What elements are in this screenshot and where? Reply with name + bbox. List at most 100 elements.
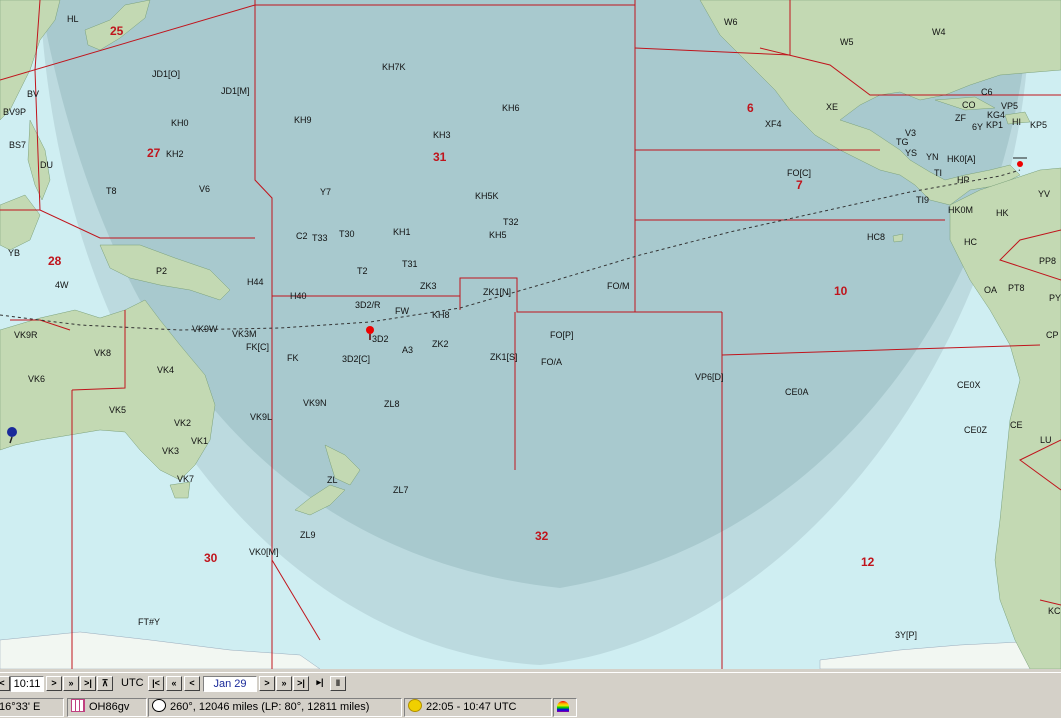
- dxcc-prefix-label[interactable]: T2: [357, 266, 368, 276]
- dxcc-prefix-label[interactable]: CP: [1046, 330, 1059, 340]
- dxcc-prefix-label[interactable]: HC8: [867, 232, 885, 242]
- step-back-button[interactable]: <: [0, 676, 10, 691]
- dxcc-prefix-label[interactable]: FO[C]: [787, 168, 811, 178]
- dxcc-prefix-label[interactable]: VK9N: [303, 398, 327, 408]
- dxcc-prefix-label[interactable]: JD1[O]: [152, 69, 180, 79]
- dxcc-prefix-label[interactable]: HC: [964, 237, 977, 247]
- date-field[interactable]: Jan 29: [203, 676, 257, 692]
- dxcc-prefix-label[interactable]: PP8: [1039, 256, 1056, 266]
- dxcc-prefix-label[interactable]: CE: [1010, 420, 1023, 430]
- dxcc-prefix-label[interactable]: CE0X: [957, 380, 981, 390]
- dxcc-prefix-label[interactable]: KC: [1048, 606, 1061, 616]
- dxcc-prefix-label[interactable]: JD1[M]: [221, 86, 250, 96]
- dxcc-prefix-label[interactable]: XF4: [765, 119, 782, 129]
- dxcc-prefix-label[interactable]: HK0M: [948, 205, 973, 215]
- time-field[interactable]: 10:11: [10, 676, 44, 692]
- dxcc-prefix-label[interactable]: W4: [932, 27, 946, 37]
- dxcc-prefix-label[interactable]: PY: [1049, 293, 1061, 303]
- dxcc-prefix-label[interactable]: VK1: [191, 436, 208, 446]
- dxcc-prefix-label[interactable]: KH7K: [382, 62, 406, 72]
- dxcc-prefix-label[interactable]: T32: [503, 217, 519, 227]
- dxcc-prefix-label[interactable]: C2: [296, 231, 308, 241]
- dxcc-prefix-label[interactable]: 3D2: [372, 334, 389, 344]
- time-end-button[interactable]: >|: [80, 676, 96, 691]
- dxcc-prefix-label[interactable]: VK8: [94, 348, 111, 358]
- dxcc-prefix-label[interactable]: CE0A: [785, 387, 809, 397]
- dxcc-prefix-label[interactable]: KH5K: [475, 191, 499, 201]
- dxcc-prefix-label[interactable]: C6: [981, 87, 993, 97]
- dxcc-prefix-label[interactable]: ZL: [327, 475, 338, 485]
- play-button[interactable]: ▸|: [313, 676, 327, 689]
- dxcc-prefix-label[interactable]: CO: [962, 100, 976, 110]
- dxcc-prefix-label[interactable]: T31: [402, 259, 418, 269]
- dxcc-prefix-label[interactable]: CE0Z: [964, 425, 987, 435]
- time-next-button[interactable]: >: [46, 676, 62, 691]
- date-back-start-button[interactable]: |<: [148, 676, 164, 691]
- dxcc-prefix-label[interactable]: ZK2: [432, 339, 449, 349]
- dxcc-prefix-label[interactable]: KH9: [294, 115, 312, 125]
- dxcc-prefix-label[interactable]: TG: [896, 137, 909, 147]
- dxcc-prefix-label[interactable]: HI: [1012, 117, 1021, 127]
- dxcc-prefix-label[interactable]: OA: [984, 285, 997, 295]
- dxcc-prefix-label[interactable]: 3Y[P]: [895, 630, 917, 640]
- dxcc-prefix-label[interactable]: FO/M: [607, 281, 630, 291]
- dxcc-prefix-label[interactable]: TI9: [916, 195, 929, 205]
- dxcc-prefix-label[interactable]: YS: [905, 148, 917, 158]
- dxcc-prefix-label[interactable]: ZL8: [384, 399, 400, 409]
- dxcc-prefix-label[interactable]: W5: [840, 37, 854, 47]
- dxcc-prefix-label[interactable]: H44: [247, 277, 264, 287]
- dxcc-prefix-label[interactable]: KH6: [502, 103, 520, 113]
- dxcc-prefix-label[interactable]: KH2: [166, 149, 184, 159]
- dxcc-prefix-label[interactable]: ZL9: [300, 530, 316, 540]
- dxcc-prefix-label[interactable]: VK5: [109, 405, 126, 415]
- dxcc-prefix-label[interactable]: W6: [724, 17, 738, 27]
- dxcc-prefix-label[interactable]: TI: [934, 168, 942, 178]
- dxcc-prefix-label[interactable]: ZL7: [393, 485, 409, 495]
- dxcc-prefix-label[interactable]: ZF: [955, 113, 966, 123]
- dxcc-prefix-label[interactable]: T30: [339, 229, 355, 239]
- dxcc-prefix-label[interactable]: FK: [287, 353, 299, 363]
- dxcc-prefix-label[interactable]: VK6: [28, 374, 45, 384]
- dxcc-prefix-label[interactable]: 3D2/R: [355, 300, 381, 310]
- dxcc-prefix-label[interactable]: VK9L: [250, 412, 272, 422]
- dxcc-prefix-label[interactable]: VK3: [162, 446, 179, 456]
- dxcc-prefix-label[interactable]: KH5: [489, 230, 507, 240]
- dxcc-prefix-label[interactable]: KG4: [987, 110, 1005, 120]
- date-rewind-button[interactable]: «: [166, 676, 182, 691]
- dxcc-prefix-label[interactable]: HK: [996, 208, 1009, 218]
- dxcc-prefix-label[interactable]: FO[P]: [550, 330, 574, 340]
- dxcc-prefix-label[interactable]: T33: [312, 233, 328, 243]
- dxcc-prefix-label[interactable]: ZK3: [420, 281, 437, 291]
- dxcc-prefix-label[interactable]: HK0[A]: [947, 154, 976, 164]
- dxcc-prefix-label[interactable]: LU: [1040, 435, 1052, 445]
- dxcc-prefix-label[interactable]: HP: [957, 175, 970, 185]
- dxcc-prefix-label[interactable]: Y7: [320, 187, 331, 197]
- date-next-button[interactable]: >: [259, 676, 275, 691]
- dxcc-prefix-label[interactable]: VP6[D]: [695, 372, 724, 382]
- dxcc-prefix-label[interactable]: VK2: [174, 418, 191, 428]
- dxcc-prefix-label[interactable]: KP5: [1030, 120, 1047, 130]
- dxcc-prefix-label[interactable]: H40: [290, 291, 307, 301]
- dxcc-prefix-label[interactable]: T8: [106, 186, 117, 196]
- dxcc-prefix-label[interactable]: V6: [199, 184, 210, 194]
- time-fast-forward-button[interactable]: »: [63, 676, 79, 691]
- dxcc-prefix-label[interactable]: BS7: [9, 140, 26, 150]
- dxcc-prefix-label[interactable]: YB: [8, 248, 20, 258]
- dxcc-prefix-label[interactable]: YV: [1038, 189, 1050, 199]
- pause-button[interactable]: ‖: [330, 676, 346, 691]
- dxcc-prefix-label[interactable]: P2: [156, 266, 167, 276]
- dxcc-prefix-label[interactable]: KH1: [393, 227, 411, 237]
- dxcc-prefix-label[interactable]: YN: [926, 152, 939, 162]
- dxcc-prefix-label[interactable]: VK0[M]: [249, 547, 279, 557]
- world-map[interactable]: 25 27 31 6 7 28 10 32 30 12 HL BV BV9P BS7 DU YB 4W VK9R V…: [0, 0, 1061, 669]
- dxcc-prefix-label[interactable]: HL: [67, 14, 79, 24]
- date-end-button[interactable]: >|: [293, 676, 309, 691]
- dxcc-prefix-label[interactable]: VK9W: [192, 324, 218, 334]
- date-fast-forward-button[interactable]: »: [276, 676, 292, 691]
- dxcc-prefix-label[interactable]: VK4: [157, 365, 174, 375]
- dxcc-prefix-label[interactable]: VK9R: [14, 330, 38, 340]
- dxcc-prefix-label[interactable]: BV9P: [3, 107, 26, 117]
- dxcc-prefix-label[interactable]: FW: [395, 306, 409, 316]
- dxcc-prefix-label[interactable]: VK7: [177, 474, 194, 484]
- dxcc-prefix-label[interactable]: KH0: [171, 118, 189, 128]
